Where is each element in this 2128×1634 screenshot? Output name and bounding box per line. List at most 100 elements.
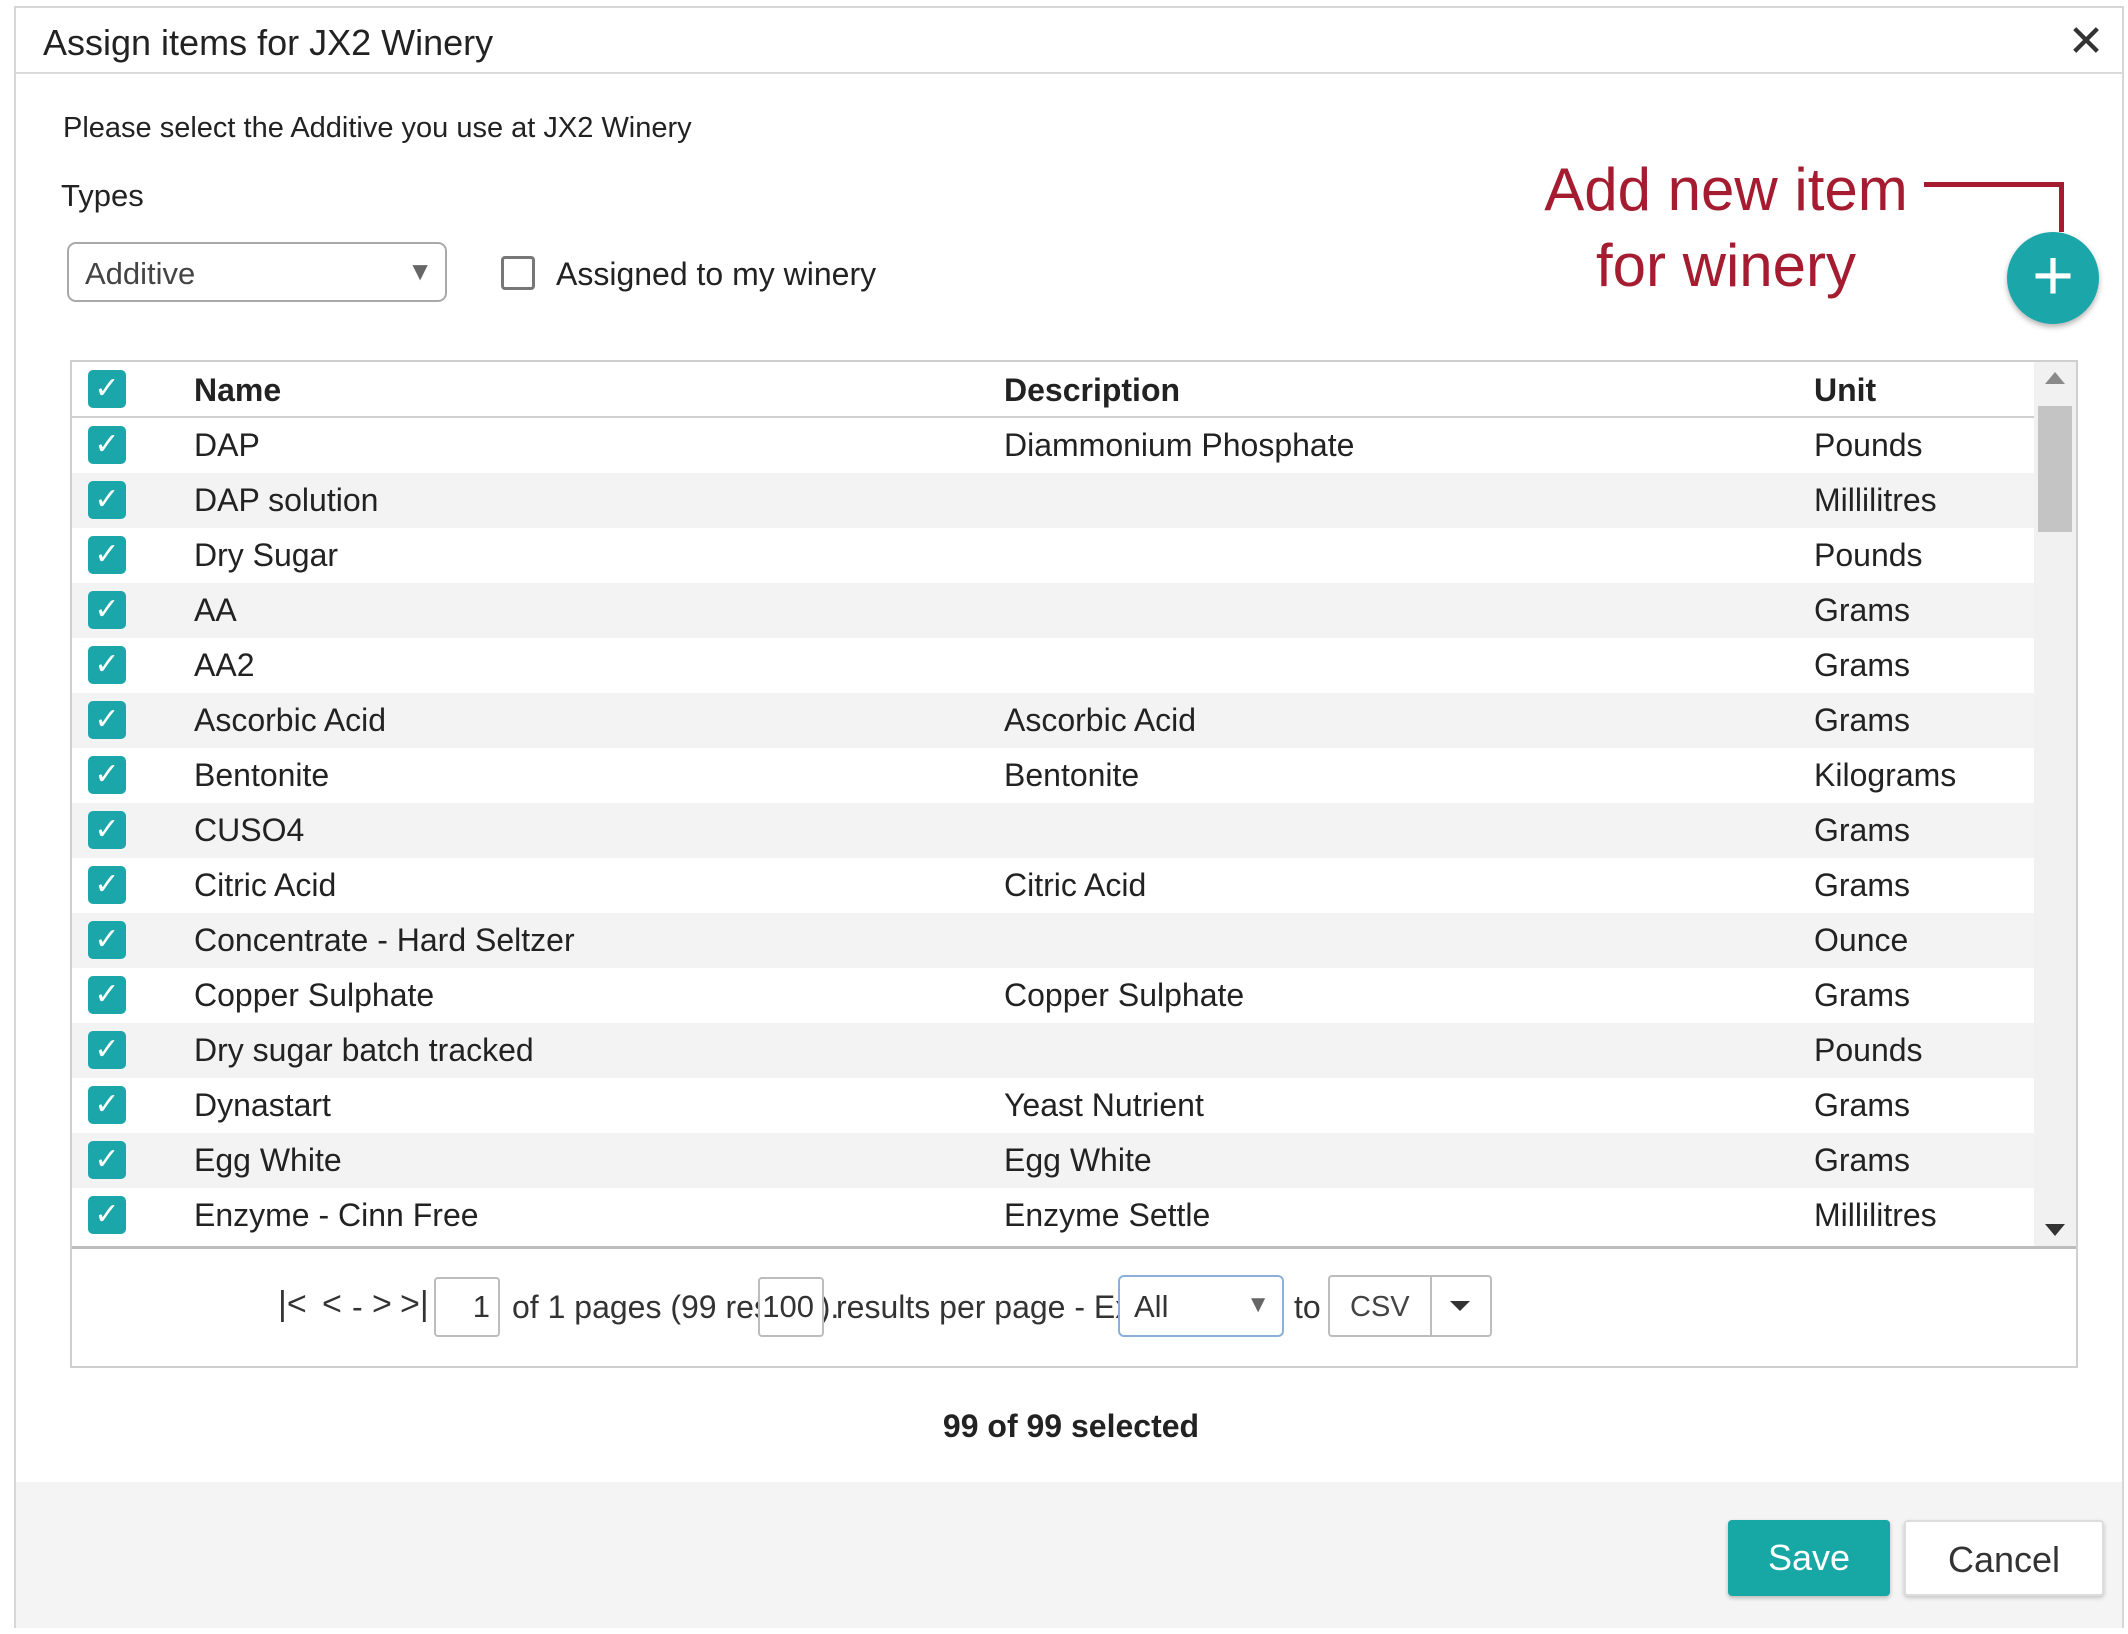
items-grid: ✓ Name Description Unit ✓ DAP Diammonium P… xyxy=(70,360,2078,1368)
type-select[interactable]: Additive ▼ xyxy=(67,242,447,302)
grid-header: ✓ Name Description Unit xyxy=(72,362,2034,418)
row-checkbox[interactable]: ✓ xyxy=(88,426,126,464)
table-row[interactable]: ✓ Dynastart Yeast Nutrient Grams xyxy=(72,1078,2034,1133)
cell-description: Copper Sulphate xyxy=(1004,977,1245,1013)
save-button[interactable]: Save xyxy=(1728,1520,1890,1596)
table-row[interactable]: ✓ Dry sugar batch tracked Pounds xyxy=(72,1023,2034,1078)
cell-description: Bentonite xyxy=(1004,757,1140,793)
types-label: Types xyxy=(61,178,144,213)
scroll-up-icon[interactable] xyxy=(2045,372,2065,384)
column-header-name[interactable]: Name xyxy=(194,372,281,409)
select-all-checkbox[interactable]: ✓ xyxy=(88,370,126,408)
prev-page-icon[interactable]: < xyxy=(322,1285,342,1324)
cell-name: Dry Sugar xyxy=(194,537,339,573)
assigned-to-winery-label[interactable]: Assigned to my winery xyxy=(556,256,876,293)
pager: |< < - > >| 1 of 1 pages (99 results). 1… xyxy=(72,1246,2076,1366)
annotation-callout: Add new item for winery xyxy=(1506,152,1946,304)
export-scope-value: All xyxy=(1134,1289,1169,1324)
annotation-line-2: for winery xyxy=(1595,232,1857,299)
column-header-unit[interactable]: Unit xyxy=(1814,372,1876,409)
cell-unit: Millilitres xyxy=(1814,1197,1937,1233)
last-page-icon[interactable]: >| xyxy=(400,1285,429,1324)
pager-dash: - xyxy=(352,1289,363,1325)
table-row[interactable]: ✓ Copper Sulphate Copper Sulphate Grams xyxy=(72,968,2034,1023)
table-row[interactable]: ✓ Citric Acid Citric Acid Grams xyxy=(72,858,2034,913)
dialog-titlebar: Assign items for JX2 Winery ✕ xyxy=(16,8,2122,74)
row-checkbox[interactable]: ✓ xyxy=(88,701,126,739)
cell-unit: Millilitres xyxy=(1814,482,1937,518)
annotation-arrow-line xyxy=(1924,182,2064,232)
close-icon[interactable]: ✕ xyxy=(2064,20,2108,64)
cancel-button[interactable]: Cancel xyxy=(1904,1520,2104,1596)
row-checkbox[interactable]: ✓ xyxy=(88,481,126,519)
table-row[interactable]: ✓ DAP Diammonium Phosphate Pounds xyxy=(72,418,2034,473)
table-row[interactable]: ✓ Egg White Egg White Grams xyxy=(72,1133,2034,1188)
cell-name: Dynastart xyxy=(194,1087,331,1123)
cell-unit: Grams xyxy=(1814,1142,1910,1178)
split-button-separator xyxy=(1430,1277,1432,1335)
selection-count: 99 of 99 selected xyxy=(942,1408,1200,1444)
row-checkbox[interactable]: ✓ xyxy=(88,756,126,794)
row-checkbox[interactable]: ✓ xyxy=(88,591,126,629)
cell-description: Yeast Nutrient xyxy=(1004,1087,1204,1123)
cell-name: Citric Acid xyxy=(194,867,337,903)
cell-unit: Ounce xyxy=(1814,922,1909,958)
dialog-footer: Save Cancel xyxy=(16,1482,2122,1628)
cell-name: AA xyxy=(194,592,237,628)
export-scope-select[interactable]: All ▼ xyxy=(1118,1275,1284,1337)
grid-body: ✓ Name Description Unit ✓ DAP Diammonium P… xyxy=(72,362,2034,1246)
chevron-down-icon[interactable] xyxy=(1450,1301,1470,1311)
table-row[interactable]: ✓ Concentrate - Hard Seltzer Ounce xyxy=(72,913,2034,968)
table-row[interactable]: ✓ Ascorbic Acid Ascorbic Acid Grams xyxy=(72,693,2034,748)
cell-name: CUSO4 xyxy=(194,812,305,848)
next-page-icon[interactable]: > xyxy=(372,1285,392,1324)
table-row[interactable]: ✓ AA Grams xyxy=(72,583,2034,638)
row-checkbox[interactable]: ✓ xyxy=(88,1031,126,1069)
dropdown-arrow-icon: ▼ xyxy=(407,256,433,286)
row-checkbox[interactable]: ✓ xyxy=(88,1086,126,1124)
export-format-button[interactable]: CSV xyxy=(1328,1275,1492,1337)
type-select-value: Additive xyxy=(85,256,196,291)
cell-unit: Grams xyxy=(1814,977,1910,1013)
cell-unit: Kilograms xyxy=(1814,757,1957,793)
cell-name: Egg White xyxy=(194,1142,342,1178)
table-row[interactable]: ✓ Enzyme - Cinn Free Enzyme Settle Millilit… xyxy=(72,1188,2034,1243)
row-checkbox[interactable]: ✓ xyxy=(88,1196,126,1234)
cell-unit: Pounds xyxy=(1814,537,1923,573)
column-header-description[interactable]: Description xyxy=(1004,372,1180,409)
assigned-to-winery-checkbox[interactable] xyxy=(501,256,535,290)
cell-name: Enzyme - Cinn Free xyxy=(194,1197,479,1233)
table-row[interactable]: ✓ Dry Sugar Pounds xyxy=(72,528,2034,583)
per-page-input[interactable]: 100 xyxy=(758,1277,824,1337)
table-row[interactable]: ✓ DAP solution Millilitres xyxy=(72,473,2034,528)
scroll-down-icon[interactable] xyxy=(2045,1224,2065,1236)
cell-unit: Pounds xyxy=(1814,427,1923,463)
cell-unit: Grams xyxy=(1814,1087,1910,1123)
row-checkbox[interactable]: ✓ xyxy=(88,1141,126,1179)
row-checkbox[interactable]: ✓ xyxy=(88,536,126,574)
row-checkbox[interactable]: ✓ xyxy=(88,866,126,904)
add-item-button[interactable]: + xyxy=(2007,232,2099,324)
cell-name: Copper Sulphate xyxy=(194,977,435,1013)
cell-unit: Grams xyxy=(1814,867,1910,903)
cell-description: Enzyme Settle xyxy=(1004,1197,1211,1233)
vertical-scrollbar[interactable] xyxy=(2034,362,2076,1246)
first-page-icon[interactable]: |< xyxy=(278,1285,307,1324)
cell-name: AA2 xyxy=(194,647,255,683)
export-format-value: CSV xyxy=(1350,1291,1410,1323)
row-checkbox[interactable]: ✓ xyxy=(88,921,126,959)
cell-name: Dry sugar batch tracked xyxy=(194,1032,534,1068)
table-row[interactable]: ✓ CUSO4 Grams xyxy=(72,803,2034,858)
cell-unit: Grams xyxy=(1814,702,1910,738)
dialog-title: Assign items for JX2 Winery xyxy=(43,22,494,63)
page-number-input[interactable]: 1 xyxy=(434,1277,500,1337)
table-row[interactable]: ✓ AA2 Grams xyxy=(72,638,2034,693)
scrollbar-thumb[interactable] xyxy=(2038,406,2072,532)
row-checkbox[interactable]: ✓ xyxy=(88,646,126,684)
row-checkbox[interactable]: ✓ xyxy=(88,976,126,1014)
row-checkbox[interactable]: ✓ xyxy=(88,811,126,849)
annotation-line-1: Add new item xyxy=(1544,156,1908,223)
intro-text: Please select the Additive you use at JX… xyxy=(63,112,692,144)
table-row[interactable]: ✓ Bentonite Bentonite Kilograms xyxy=(72,748,2034,803)
cell-name: Ascorbic Acid xyxy=(194,702,387,738)
